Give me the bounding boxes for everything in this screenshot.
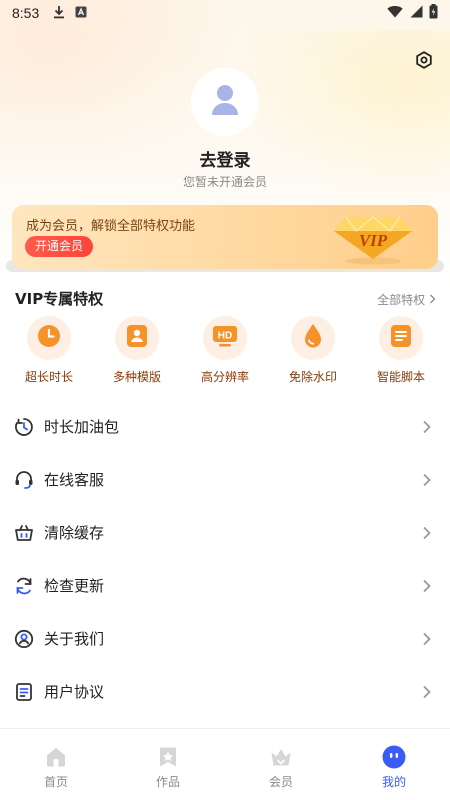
download-icon <box>53 5 65 22</box>
privilege-label: 免除水印 <box>288 370 337 384</box>
vip-badge-text: VIP <box>359 231 388 250</box>
tab-membership[interactable]: 会员 <box>225 745 337 790</box>
privilege-icon-bg: HD <box>203 316 247 360</box>
hd-icon: HD <box>212 324 238 352</box>
menu-item-clear-cache[interactable]: 清除缓存 <box>0 506 450 559</box>
profile-face-icon <box>382 745 406 769</box>
privilege-label: 智能脚本 <box>376 370 425 384</box>
wifi-icon <box>387 5 403 21</box>
crown-icon <box>269 745 293 769</box>
keyboard-a-icon <box>75 5 87 21</box>
menu-label: 用户协议 <box>44 683 105 701</box>
menu-item-check-update[interactable]: 检查更新 <box>0 559 450 612</box>
script-icon <box>390 324 412 352</box>
water-drop-icon <box>303 323 323 353</box>
chevron-right-icon <box>422 472 432 487</box>
privilege-item-long-duration[interactable]: 超长时长 <box>5 316 93 385</box>
privilege-label: 高分辨率 <box>200 370 249 384</box>
tab-label: 作品 <box>155 775 180 789</box>
all-privileges-link[interactable]: 全部特权 <box>377 291 436 308</box>
avatar[interactable] <box>191 68 259 136</box>
menu-item-user-agreement[interactable]: 用户协议 <box>0 665 450 718</box>
privilege-icon-bg <box>27 316 71 360</box>
chevron-right-icon <box>422 578 432 593</box>
tab-label: 会员 <box>268 775 293 789</box>
privileges-row: 超长时长 多种模版 HD 高分辨率 免除水印 智能脚本 <box>0 316 450 388</box>
chevron-right-icon <box>422 525 432 540</box>
battery-icon <box>429 4 438 22</box>
menu-label: 在线客服 <box>44 471 105 489</box>
menu-item-about-us[interactable]: 关于我们 <box>0 612 450 665</box>
menu-label: 检查更新 <box>44 577 105 595</box>
basket-icon <box>14 523 34 543</box>
bottom-tab-bar: 首页 作品 会员 我的 <box>0 728 450 800</box>
menu-item-duration-pack[interactable]: 时长加油包 <box>0 400 450 453</box>
chevron-right-icon <box>422 419 432 434</box>
membership-status: 您暂未开通会员 <box>182 175 267 189</box>
tab-label: 首页 <box>43 775 68 789</box>
timer-icon <box>14 417 34 437</box>
signal-icon <box>409 5 423 21</box>
refresh-icon <box>14 576 34 596</box>
headset-icon <box>14 470 34 490</box>
tab-works[interactable]: 作品 <box>112 745 224 790</box>
menu-item-customer-service[interactable]: 在线客服 <box>0 453 450 506</box>
template-icon <box>126 324 148 352</box>
menu-label: 时长加油包 <box>44 418 120 436</box>
status-time: 8:53 <box>12 5 40 21</box>
privilege-icon-bg <box>115 316 159 360</box>
gear-icon <box>414 51 434 74</box>
privilege-icon-bg <box>291 316 335 360</box>
login-link[interactable]: 去登录 <box>0 146 450 171</box>
chevron-right-icon <box>422 631 432 646</box>
user-placeholder-icon <box>210 84 240 120</box>
user-circle-icon <box>14 629 34 649</box>
privilege-item-smart-script[interactable]: 智能脚本 <box>357 316 445 385</box>
privilege-item-no-watermark[interactable]: 免除水印 <box>269 316 357 385</box>
clock-icon <box>37 324 61 352</box>
settings-menu: 时长加油包 在线客服 清除缓存 检查更新 关于我们 用户协议 <box>0 400 450 718</box>
svg-text:HD: HD <box>218 331 232 342</box>
privilege-item-high-resolution[interactable]: HD 高分辨率 <box>181 316 269 385</box>
all-privileges-label: 全部特权 <box>377 293 426 307</box>
privilege-label: 超长时长 <box>24 370 73 384</box>
status-bar: 8:53 <box>0 0 450 26</box>
document-icon <box>14 682 34 702</box>
home-icon <box>44 745 68 769</box>
tab-home[interactable]: 首页 <box>0 745 112 790</box>
chevron-right-icon <box>429 293 436 307</box>
vip-banner[interactable]: 成为会员，解锁全部特权功能 开通会员 VIP <box>12 205 438 269</box>
chevron-right-icon <box>422 684 432 699</box>
privilege-label: 多种模版 <box>112 370 161 384</box>
privilege-item-templates[interactable]: 多种模版 <box>93 316 181 385</box>
menu-label: 清除缓存 <box>44 524 105 542</box>
tab-label: 我的 <box>381 775 406 789</box>
vip-banner-text: 成为会员，解锁全部特权功能 <box>26 219 196 234</box>
settings-button[interactable] <box>414 50 434 70</box>
privileges-title: VIP专属特权 <box>15 290 104 308</box>
tab-mine[interactable]: 我的 <box>338 745 450 790</box>
open-membership-button[interactable]: 开通会员 <box>25 236 94 257</box>
vip-gem-badge: VIP <box>332 209 414 265</box>
privilege-icon-bg <box>379 316 423 360</box>
star-bookmark-icon <box>156 745 180 769</box>
menu-label: 关于我们 <box>44 630 105 648</box>
